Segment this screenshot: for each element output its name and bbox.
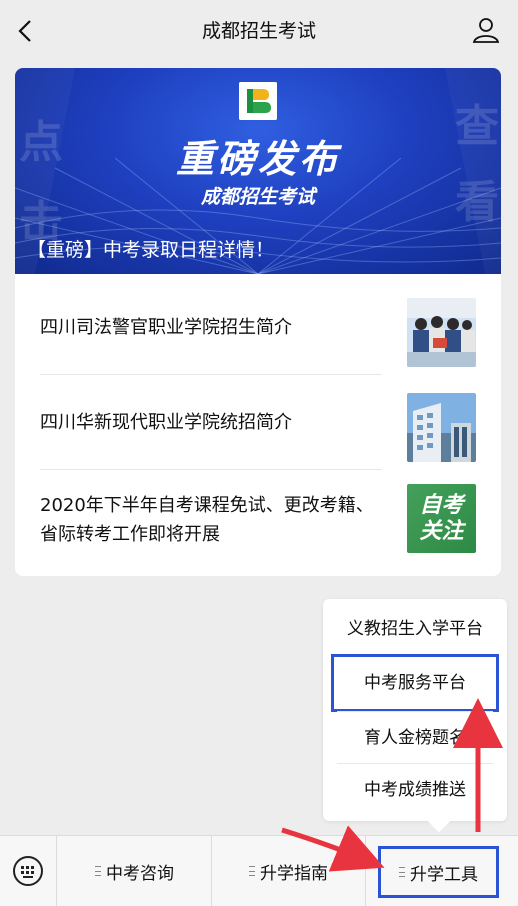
banner-main-title: 重磅发布 <box>175 137 340 181</box>
article-title: 2020年下半年自考课程免试、更改考籍、省际转考工作即将开展 <box>40 495 374 545</box>
article-title: 四川华新现代职业学院统招简介 <box>40 412 292 433</box>
article-thumbnail <box>407 393 476 462</box>
brand-logo-icon <box>239 82 277 120</box>
submenu-item[interactable]: 义教招生入学平台 <box>337 603 493 655</box>
keyboard-toggle[interactable] <box>0 836 57 906</box>
menu-lines-icon <box>399 867 405 877</box>
profile-icon[interactable] <box>472 16 500 44</box>
menu-item-tools[interactable]: 升学工具 <box>378 846 499 898</box>
menu-item-consult[interactable]: 中考咨询 <box>58 836 212 906</box>
submenu-item-highlighted[interactable]: 中考服务平台 <box>331 654 499 712</box>
top-nav-bar: 成都招生考试 <box>0 0 518 62</box>
article-thumbnail: 自考关注 <box>407 484 476 553</box>
list-item[interactable]: 四川华新现代职业学院统招简介 <box>40 375 476 470</box>
thumbnail-caption: 自考关注 <box>419 492 464 544</box>
list-item[interactable]: 四川司法警官职业学院招生简介 <box>40 280 476 375</box>
menu-label: 升学工具 <box>410 864 478 885</box>
banner-subtitle: 成都招生考试 <box>200 186 315 208</box>
menu-label: 中考咨询 <box>106 863 174 884</box>
menu-lines-icon <box>249 866 255 876</box>
submenu-popup: 义教招生入学平台 中考服务平台 育人金榜题名 中考成绩推送 <box>323 599 507 833</box>
submenu-item[interactable]: 中考成绩推送 <box>337 764 493 816</box>
submenu-item[interactable]: 育人金榜题名 <box>337 712 493 764</box>
banner-headline: 【重磅】中考录取日程详情！ <box>27 239 275 261</box>
bottom-menu-bar: 中考咨询 升学指南 升学工具 <box>0 835 518 906</box>
menu-lines-icon <box>95 866 101 876</box>
menu-item-guide[interactable]: 升学指南 <box>212 836 366 906</box>
keyboard-icon <box>13 856 43 886</box>
page-title: 成都招生考试 <box>201 20 316 42</box>
article-card: 点 击 查 看 重磅发布 成都招生考试 【重磅】中考录取日程详情！ 四川司法警官… <box>15 68 501 576</box>
menu-label: 升学指南 <box>260 863 328 884</box>
banner-article[interactable]: 点 击 查 看 重磅发布 成都招生考试 【重磅】中考录取日程详情！ <box>15 68 501 274</box>
article-thumbnail <box>407 298 476 367</box>
list-item[interactable]: 2020年下半年自考课程免试、更改考籍、省际转考工作即将开展 自考关注 <box>40 470 476 570</box>
article-title: 四川司法警官职业学院招生简介 <box>40 317 292 338</box>
